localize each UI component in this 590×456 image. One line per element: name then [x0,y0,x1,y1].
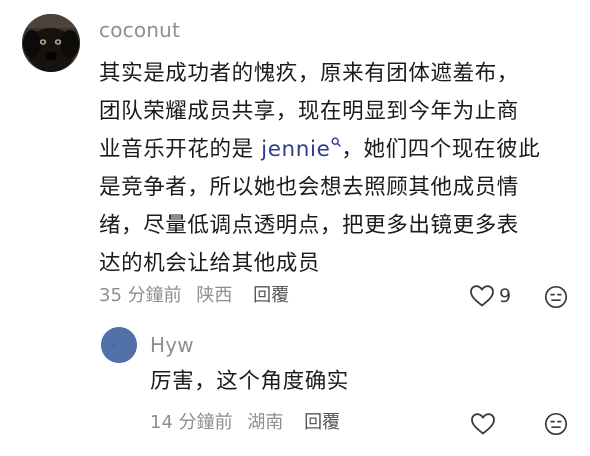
heart-outline-icon [470,285,494,307]
reply-button[interactable]: 回覆 [253,285,289,306]
meh-face-icon [544,412,568,436]
comment-text-line: 是竞争者，所以她也会想去照顾其他成员情 [99,175,519,200]
mention-text: jennie [261,137,331,162]
like-count: 9 [499,285,512,307]
comment-text-line: 厉害，这个角度确实 [150,369,349,394]
comment-text: 其实是成功者的愧疚，原来有团体遮羞布， 团队荣耀成员共享，现在明显到今年为止商 … [99,55,540,283]
avatar[interactable] [22,14,80,72]
search-icon [331,137,342,147]
like-button[interactable] [470,412,496,436]
heart-outline-icon [471,413,495,435]
dislike-button[interactable] [544,285,568,313]
comment-text-line: 其实是成功者的愧疚，原来有团体遮羞布， [99,61,519,86]
comment-text-line: 达的机会让给其他成员 [99,251,321,276]
comment-location: 湖南 [247,412,284,433]
comment-username[interactable]: Hyw [150,333,194,357]
dislike-button[interactable] [544,412,568,440]
dog-avatar-icon [22,14,80,72]
comment-text-line: 业音乐开花的是 jennie ，她们四个现在彼此 [99,131,540,169]
comment-time: 35 分鐘前 [99,285,182,306]
meh-face-icon [544,285,568,309]
mention-link[interactable]: jennie [261,137,342,162]
comment-meta: 14 分鐘前 湖南 回覆 [150,412,349,434]
comment-location: 陕西 [196,285,233,306]
comment-meta: 35 分鐘前 陕西 回覆 [99,285,298,307]
comment-text-segment: 业音乐开花的是 [99,137,262,162]
like-button[interactable]: 9 [469,284,511,308]
reply-button[interactable]: 回覆 [304,412,340,433]
comment-text: 厉害，这个角度确实 [150,363,349,401]
comment-text-segment: ，她们四个现在彼此 [341,137,541,162]
comment-text-line: 团队荣耀成员共享，现在明显到今年为止商 [99,99,519,124]
comment-username[interactable]: coconut [99,18,180,42]
avatar[interactable] [101,327,137,363]
comment-time: 14 分鐘前 [150,412,233,433]
comment-text-line: 绪，尽量低调点透明点，把更多出镜更多表 [99,213,519,238]
default-avatar-icon [101,327,137,363]
